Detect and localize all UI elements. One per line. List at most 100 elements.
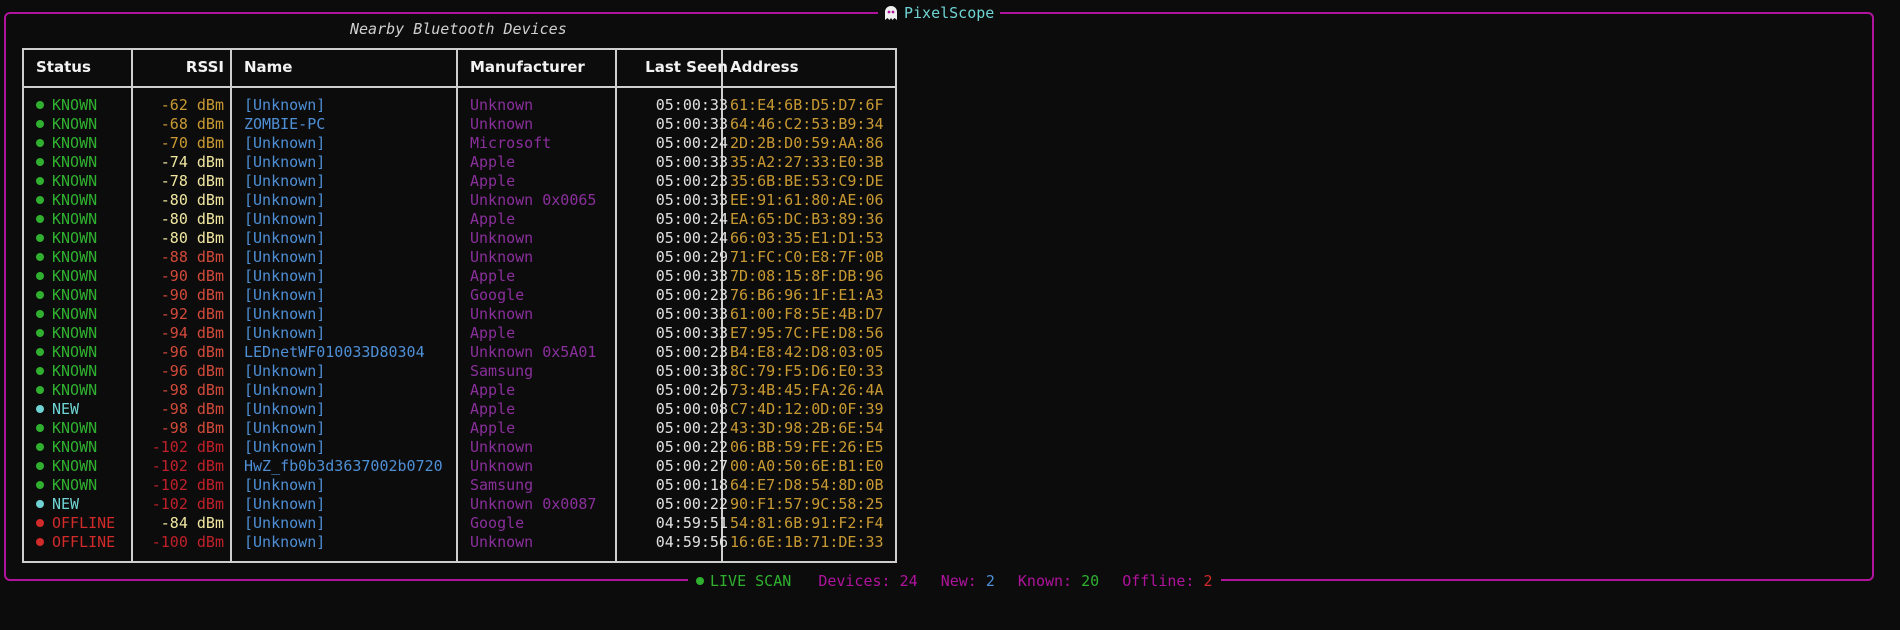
manufacturer-cell: Apple — [470, 324, 516, 342]
header-address[interactable]: Address — [730, 58, 799, 76]
status-text: KNOWN — [52, 419, 98, 437]
app-title: PixelScope — [878, 3, 1001, 23]
header-last-seen[interactable]: Last Seen — [630, 58, 728, 76]
address-cell: 16:6E:1B:71:DE:33 — [730, 533, 884, 551]
rssi-cell: -92 dBm — [160, 305, 224, 323]
table-row[interactable]: KNOWN -68 dBm ZOMBIE-PC Unknown 05:00:33 64:4… — [24, 115, 895, 134]
last-seen-cell: 05:00:33 — [655, 267, 728, 285]
last-seen-cell: 05:00:23 — [655, 286, 728, 304]
table-row[interactable]: KNOWN -102 dBm [Unknown] Samsung 05:00:18 64:… — [24, 476, 895, 495]
table-row[interactable]: KNOWN -102 dBm [Unknown] Unknown 05:00:22 06:… — [24, 438, 895, 457]
table-row[interactable]: KNOWN -74 dBm [Unknown] Apple 05:00:33 35:A2:… — [24, 153, 895, 172]
rssi-cell: -68 dBm — [160, 115, 224, 133]
table-row[interactable]: OFFLINE -84 dBm [Unknown] Google 04:59:51 54:… — [24, 514, 895, 533]
address-cell: 43:3D:98:2B:6E:54 — [730, 419, 884, 437]
name-cell: [Unknown] — [244, 438, 326, 456]
last-seen-cell: 05:00:23 — [655, 172, 728, 190]
status-text: KNOWN — [52, 267, 98, 285]
header-name[interactable]: Name — [244, 58, 292, 76]
status-dot-icon — [36, 386, 44, 394]
table-row[interactable]: KNOWN -90 dBm [Unknown] Apple 05:00:33 7D:08:… — [24, 267, 895, 286]
status-text: KNOWN — [52, 115, 98, 133]
table-row[interactable]: KNOWN -98 dBm [Unknown] Apple 05:00:26 73:4B:… — [24, 381, 895, 400]
rssi-cell: -102 dBm — [151, 457, 224, 475]
rssi-cell: -94 dBm — [160, 324, 224, 342]
table-row[interactable]: KNOWN -92 dBm [Unknown] Unknown 05:00:33 61:0… — [24, 305, 895, 324]
manufacturer-cell: Unknown — [470, 438, 534, 456]
status-dot-icon — [36, 481, 44, 489]
address-cell: 2D:2B:D0:59:AA:86 — [730, 134, 884, 152]
address-cell: 64:46:C2:53:B9:34 — [730, 115, 884, 133]
table-row[interactable]: KNOWN -94 dBm [Unknown] Apple 05:00:33 E7:95:… — [24, 324, 895, 343]
name-cell: [Unknown] — [244, 400, 326, 418]
last-seen-cell: 05:00:22 — [655, 438, 728, 456]
status-text: KNOWN — [52, 286, 98, 304]
table-row[interactable]: NEW -102 dBm [Unknown] Unknown 0x0087 05:00:… — [24, 495, 895, 514]
status-text: KNOWN — [52, 153, 98, 171]
table-title: Nearby Bluetooth Devices — [350, 20, 567, 38]
status-cell: KNOWN — [36, 305, 97, 324]
header-status[interactable]: Status — [36, 58, 91, 76]
name-cell: [Unknown] — [244, 210, 326, 228]
status-cell: KNOWN — [36, 438, 97, 457]
manufacturer-cell: Unknown — [470, 248, 534, 266]
name-cell: [Unknown] — [244, 495, 326, 513]
name-cell: HwZ_fb0b3d3637002b0720 — [244, 457, 443, 475]
table-row[interactable]: KNOWN -96 dBm LEDnetWF010033D80304 Unknown … — [24, 343, 895, 362]
last-seen-cell: 05:00:08 — [655, 400, 728, 418]
last-seen-cell: 04:59:56 — [655, 533, 728, 551]
last-seen-cell: 05:00:27 — [655, 457, 728, 475]
rssi-cell: -102 dBm — [151, 476, 224, 494]
table-row[interactable]: KNOWN -80 dBm [Unknown] Apple 05:00:24 EA:65:… — [24, 210, 895, 229]
status-cell: KNOWN — [36, 134, 97, 153]
status-cell: KNOWN — [36, 286, 97, 305]
address-cell: C7:4D:12:0D:0F:39 — [730, 400, 884, 418]
table-row[interactable]: NEW -98 dBm [Unknown] Apple 05:00:08 C7:4D:12… — [24, 400, 895, 419]
manufacturer-cell: Google — [470, 514, 525, 532]
address-cell: 73:4B:45:FA:26:4A — [730, 381, 884, 399]
table-row[interactable]: KNOWN -96 dBm [Unknown] Samsung 05:00:33 8C:7… — [24, 362, 895, 381]
address-cell: 06:BB:59:FE:26:E5 — [730, 438, 884, 456]
last-seen-cell: 05:00:33 — [655, 305, 728, 323]
name-cell: [Unknown] — [244, 419, 326, 437]
table-row[interactable]: KNOWN -80 dBm [Unknown] Unknown 05:00:24 66:0… — [24, 229, 895, 248]
status-cell: KNOWN — [36, 96, 97, 115]
last-seen-cell: 05:00:24 — [655, 229, 728, 247]
table-row[interactable]: KNOWN -90 dBm [Unknown] Google 05:00:23 76:B6… — [24, 286, 895, 305]
table-row[interactable]: KNOWN -102 dBm HwZ_fb0b3d3637002b0720 Unkno… — [24, 457, 895, 476]
address-cell: 35:A2:27:33:E0:3B — [730, 153, 884, 171]
status-text: NEW — [52, 495, 80, 513]
name-cell: [Unknown] — [244, 514, 326, 532]
rssi-cell: -80 dBm — [160, 210, 224, 228]
manufacturer-cell: Samsung — [470, 362, 534, 380]
status-dot-icon — [36, 348, 44, 356]
status-dot-icon — [36, 272, 44, 280]
header-manufacturer[interactable]: Manufacturer — [470, 58, 585, 76]
table-row[interactable]: KNOWN -98 dBm [Unknown] Apple 05:00:22 43:3D:… — [24, 419, 895, 438]
name-cell: [Unknown] — [244, 362, 326, 380]
table-row[interactable]: KNOWN -78 dBm [Unknown] Apple 05:00:23 35:6B:… — [24, 172, 895, 191]
table-row[interactable]: KNOWN -70 dBm [Unknown] Microsoft 05:00:24 2D… — [24, 134, 895, 153]
last-seen-cell: 05:00:26 — [655, 381, 728, 399]
manufacturer-cell: Unknown — [470, 229, 534, 247]
name-cell: [Unknown] — [244, 172, 326, 190]
table-row[interactable]: KNOWN -80 dBm [Unknown] Unknown 0x0065 05:00… — [24, 191, 895, 210]
table-row[interactable]: OFFLINE -100 dBm [Unknown] Unknown 04:59:56 1… — [24, 533, 895, 552]
last-seen-cell: 05:00:22 — [655, 419, 728, 437]
table-row[interactable]: KNOWN -88 dBm [Unknown] Unknown 05:00:29 71:F… — [24, 248, 895, 267]
manufacturer-cell: Apple — [470, 267, 516, 285]
rssi-cell: -98 dBm — [160, 419, 224, 437]
status-dot-icon — [36, 500, 44, 508]
manufacturer-cell: Apple — [470, 210, 516, 228]
status-dot-icon — [36, 443, 44, 451]
ghost-icon — [885, 6, 897, 20]
manufacturer-cell: Apple — [470, 172, 516, 190]
address-cell: EE:91:61:80:AE:06 — [730, 191, 884, 209]
last-seen-cell: 05:00:33 — [655, 96, 728, 114]
last-seen-cell: 05:00:33 — [655, 115, 728, 133]
status-cell: OFFLINE — [36, 533, 115, 552]
table-row[interactable]: KNOWN -62 dBm [Unknown] Unknown 05:00:33 61:E… — [24, 96, 895, 115]
status-dot-icon — [36, 310, 44, 318]
header-rssi[interactable]: RSSI — [132, 58, 224, 76]
last-seen-cell: 05:00:33 — [655, 153, 728, 171]
